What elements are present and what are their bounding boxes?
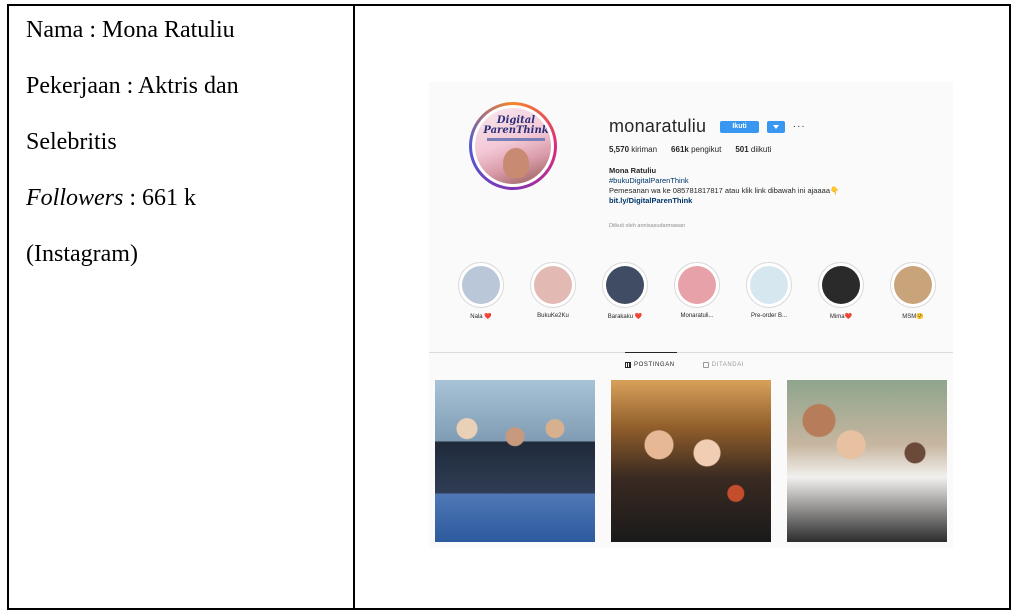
profile-info-cell: Nama : Mona Ratuliu Pekerjaan : Aktris d… xyxy=(9,6,353,608)
avatar-book-title: Digital ParenThink xyxy=(483,115,549,136)
tab-postingan[interactable]: POSTINGAN xyxy=(625,362,675,368)
profile-header: monaratuliu Ikuti ··· xyxy=(609,116,806,137)
highlight-thumb xyxy=(606,266,644,304)
highlight-label: MSM🤗 xyxy=(902,314,924,320)
more-options-icon[interactable]: ··· xyxy=(793,121,806,132)
post-thumbnail[interactable] xyxy=(611,380,771,542)
occupation-line-cont: Selebritis xyxy=(26,129,117,155)
highlight-item[interactable]: Pre-order B... xyxy=(743,262,795,319)
highlight-item[interactable]: MSM🤗 xyxy=(887,262,939,320)
story-highlights: Nala ❤️ BukuKe2Ku Barakaku ❤️ Monaratuli… xyxy=(455,262,936,328)
profile-bio: Mona Ratuliu #bukuDigitalParenThink Peme… xyxy=(609,166,839,206)
highlight-thumb xyxy=(750,266,788,304)
bio-name: Mona Ratuliu xyxy=(609,166,657,175)
highlight-label: Barakaku ❤️ xyxy=(607,314,643,320)
book-cover-person xyxy=(503,148,529,178)
followers-stat[interactable]: 661k pengikut xyxy=(671,145,721,154)
followed-by-text[interactable]: Diikuti oleh annisasudarmawan xyxy=(609,223,685,229)
highlight-item[interactable]: Nala ❤️ xyxy=(455,262,507,320)
name-line: Nama : Mona Ratuliu xyxy=(26,17,235,43)
post-thumbnail[interactable] xyxy=(435,380,595,542)
follow-button[interactable]: Ikuti xyxy=(720,120,759,133)
tab-ditandai[interactable]: DITANDAI xyxy=(702,362,744,368)
highlight-thumb xyxy=(534,266,572,304)
highlight-label: Nala ❤️ xyxy=(470,314,492,320)
posts-stat: 5,570 kiriman xyxy=(609,145,658,154)
highlight-item[interactable]: Barakaku ❤️ xyxy=(599,262,651,320)
post-thumbnail[interactable] xyxy=(787,380,947,542)
occupation-line: Pekerjaan : Aktris dan xyxy=(26,73,239,99)
following-stat[interactable]: 501 diikuti xyxy=(735,145,771,154)
highlight-label: Monaratuli... xyxy=(680,313,714,319)
highlight-label: Pre-order B... xyxy=(750,313,787,319)
followers-line: Followers : 661 k xyxy=(26,185,197,211)
highlight-label: BukuKe2Ku xyxy=(537,313,569,319)
highlight-thumb xyxy=(678,266,716,304)
platform-line: (Instagram) xyxy=(26,241,138,267)
bio-hashtag[interactable]: #bukuDigitalParenThink xyxy=(609,176,839,186)
grid-icon xyxy=(625,362,631,368)
bio-link[interactable]: bit.ly/DigitalParenThink xyxy=(609,196,839,206)
highlight-thumb xyxy=(894,266,932,304)
profile-stats: 5,570 kiriman 661k pengikut 501 diikuti xyxy=(609,145,771,154)
column-divider xyxy=(353,6,355,608)
profile-username: monaratuliu xyxy=(609,116,707,136)
highlight-item[interactable]: Monaratuli... xyxy=(671,262,723,319)
instagram-profile-screenshot: Digital ParenThink monaratuliu Ikuti ···… xyxy=(429,82,953,548)
highlight-item[interactable]: Mima❤️ xyxy=(815,262,867,320)
bio-text: Pemesanan wa ke 085781817817 atau klik l… xyxy=(609,186,840,195)
active-tab-indicator xyxy=(625,352,677,353)
profile-tabs: POSTINGAN DITANDAI xyxy=(625,362,744,368)
highlight-item[interactable]: BukuKe2Ku xyxy=(527,262,579,319)
tagged-icon xyxy=(702,362,709,368)
chevron-down-icon[interactable] xyxy=(766,120,785,133)
tabs-divider xyxy=(429,352,953,353)
highlight-label: Mima❤️ xyxy=(829,314,853,320)
highlight-thumb xyxy=(462,266,500,304)
avatar-image: Digital ParenThink xyxy=(475,108,551,184)
book-subtitle-bar xyxy=(487,138,545,141)
profile-avatar[interactable]: Digital ParenThink xyxy=(469,102,557,190)
highlight-thumb xyxy=(822,266,860,304)
